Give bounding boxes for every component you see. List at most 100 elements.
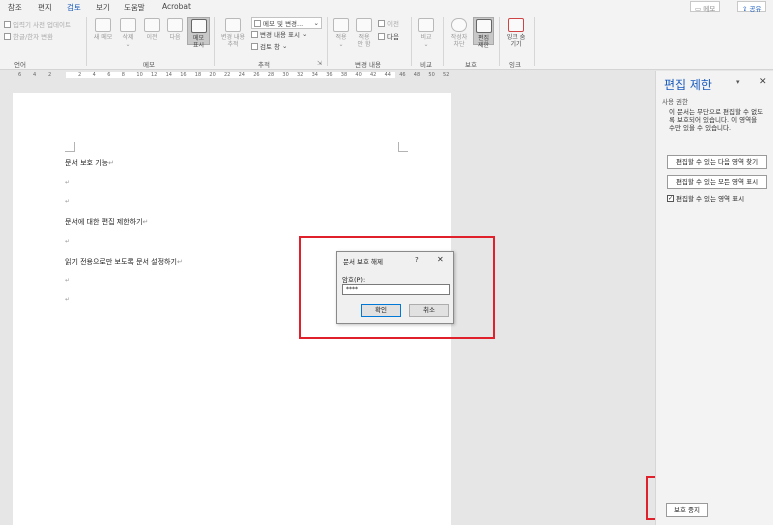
delete-comment-icon — [120, 18, 136, 32]
help-icon[interactable]: ? — [415, 256, 419, 264]
ruler-number: 16 — [180, 72, 187, 78]
lock-document-icon — [475, 19, 492, 33]
accept-change-button[interactable]: 적용 ⌄ — [331, 18, 351, 48]
ruler-number: 40 — [355, 72, 362, 78]
password-input[interactable]: **** — [342, 284, 450, 295]
next-change-label: 다음 — [387, 33, 399, 41]
track-changes-button[interactable]: 변경 내용 추적 — [218, 18, 248, 48]
markup-icon — [254, 19, 261, 27]
ruler-number: 10 — [136, 72, 143, 78]
margin-corner-mark — [398, 142, 408, 152]
cancel-button[interactable]: 취소 — [409, 304, 449, 317]
show-markup-dropdown[interactable]: 변경 내용 표시 ⌄ — [251, 29, 307, 39]
empty-paragraph: ↵ — [65, 179, 71, 186]
document-line[interactable]: 문서에 대한 편집 제한하기↵ — [65, 217, 148, 227]
display-for-review-select[interactable]: 메모 및 변경... ⌄ — [251, 17, 322, 29]
compare-button[interactable]: 비교 ⌄ — [415, 18, 437, 48]
chevron-down-icon: ⌄ — [313, 19, 319, 27]
ruler-number: 20 — [209, 72, 216, 78]
share-button[interactable]: ⇪ 공유 — [737, 1, 767, 13]
next-change-button[interactable]: 다음 — [378, 31, 399, 41]
block-authors-label: 작성자 차단 — [450, 34, 468, 48]
group-label-tracking: 추적 — [258, 61, 270, 69]
reviewing-pane-dropdown[interactable]: 검토 창 ⌄ — [251, 41, 287, 51]
ruler-number: 18 — [194, 72, 202, 78]
doc-text: 읽기 전용으로만 보도록 문서 설정하기 — [65, 258, 177, 266]
previous-change-button[interactable]: 이전 — [378, 18, 399, 28]
pane-title: 편집 제한 — [664, 78, 712, 92]
share-label: 공유 — [749, 5, 762, 13]
empty-paragraph: ↵ — [65, 296, 71, 303]
next-comment-button[interactable]: 다음 — [164, 18, 186, 41]
ruler-number: 50 — [428, 72, 435, 78]
stop-protection-button[interactable]: 보호 중지 — [666, 503, 708, 517]
ruler-number: 14 — [165, 72, 172, 78]
hangul-hanja-convert[interactable]: 한글/한자 변환 — [4, 31, 53, 41]
previous-comment-icon — [144, 18, 160, 32]
close-pane-icon[interactable]: ✕ — [759, 77, 767, 87]
ruler-number: 28 — [267, 72, 275, 78]
document-line[interactable]: 읽기 전용으로만 보도록 문서 설정하기↵ — [65, 257, 183, 267]
hide-ink-label: 잉크 숨 기기 — [506, 34, 526, 48]
ruler-number: 2 — [48, 72, 52, 78]
hide-ink-button[interactable]: 잉크 숨 기기 — [503, 18, 529, 48]
document-line[interactable]: 문서 보호 기능↵ — [65, 158, 114, 168]
cancel-label: 취소 — [423, 306, 435, 314]
group-label-protect: 보호 — [465, 61, 477, 69]
ruler-number: 12 — [151, 72, 158, 78]
checkbox-checked-icon: ✓ — [667, 194, 674, 202]
close-icon[interactable]: ✕ — [437, 255, 444, 264]
group-separator — [443, 17, 444, 66]
display-for-review-value: 메모 및 변경... — [263, 20, 304, 28]
highlight-regions-checkbox[interactable]: ✓ 편집할 수 있는 영역 표시 — [667, 193, 744, 203]
ime-dictionary-label: 입력기 사전 업데이트 — [13, 21, 71, 29]
delete-comment-button[interactable]: 삭제 ⌄ — [117, 18, 139, 48]
comments-button[interactable]: ▭ 메모 — [690, 1, 721, 13]
group-separator — [327, 17, 328, 66]
reviewing-pane-icon — [251, 42, 258, 50]
tab-acrobat[interactable]: Acrobat — [162, 2, 191, 11]
new-comment-button[interactable]: 새 메모 — [92, 18, 114, 41]
stop-protection-label: 보호 중지 — [674, 506, 700, 514]
tab-view[interactable]: 보기 — [96, 2, 110, 13]
show-comments-icon — [190, 19, 207, 33]
tab-references[interactable]: 참조 — [8, 2, 22, 13]
doc-text: 문서에 대한 편집 제한하기 — [65, 218, 143, 226]
reject-change-button[interactable]: 적용 안 함 — [353, 18, 375, 48]
compare-label: 비교 — [420, 34, 432, 41]
restrict-editing-label: 편집 제한 — [477, 35, 490, 49]
tab-help[interactable]: 도움말 — [124, 2, 145, 13]
block-authors-button[interactable]: 작성자 차단 — [447, 18, 471, 48]
hanja-icon — [4, 32, 11, 40]
paragraph-mark: ↵ — [176, 258, 183, 266]
compare-icon — [418, 18, 434, 32]
ok-label: 확인 — [375, 306, 387, 314]
ruler-number: 36 — [326, 72, 333, 78]
group-separator — [411, 17, 412, 66]
group-label-changes: 변경 내용 — [355, 61, 381, 69]
highlight-regions-label: 편집할 수 있는 영역 표시 — [676, 195, 745, 203]
show-all-regions-button[interactable]: 편집할 수 있는 모든 영역 표시 — [667, 175, 767, 189]
group-label-language: 언어 — [14, 61, 26, 69]
paragraph-mark: ↵ — [142, 218, 149, 226]
ruler-number: 42 — [370, 72, 377, 78]
person-icon — [451, 18, 467, 32]
dialog-launcher-icon[interactable]: ⇲ — [317, 60, 322, 67]
ruler-number: 32 — [297, 72, 304, 78]
find-next-region-button[interactable]: 편집할 수 있는 다음 영역 찾기 — [667, 155, 767, 169]
reject-icon — [356, 18, 372, 32]
tab-mailings[interactable]: 편지 — [38, 2, 52, 13]
reviewing-pane-label: 검토 창 — [260, 43, 281, 51]
next-comment-label: 다음 — [169, 34, 181, 41]
show-comments-button[interactable]: 메모 표시 — [187, 17, 210, 49]
pane-options-dropdown[interactable]: ▾ — [736, 78, 740, 86]
new-comment-icon — [95, 18, 111, 32]
previous-comment-button[interactable]: 이전 — [141, 18, 163, 41]
empty-paragraph: ↵ — [65, 277, 71, 284]
reject-label: 적용 안 함 — [357, 34, 371, 48]
protection-message: 이 문서는 무단으로 편집할 수 없도록 보호되어 있습니다. 이 영역을 수만… — [669, 108, 764, 132]
ok-button[interactable]: 확인 — [361, 304, 401, 317]
track-changes-label: 변경 내용 추적 — [221, 34, 245, 48]
restrict-editing-button[interactable]: 편집 제한 — [473, 17, 494, 49]
ime-dictionary-update[interactable]: 입력기 사전 업데이트 — [4, 19, 71, 29]
